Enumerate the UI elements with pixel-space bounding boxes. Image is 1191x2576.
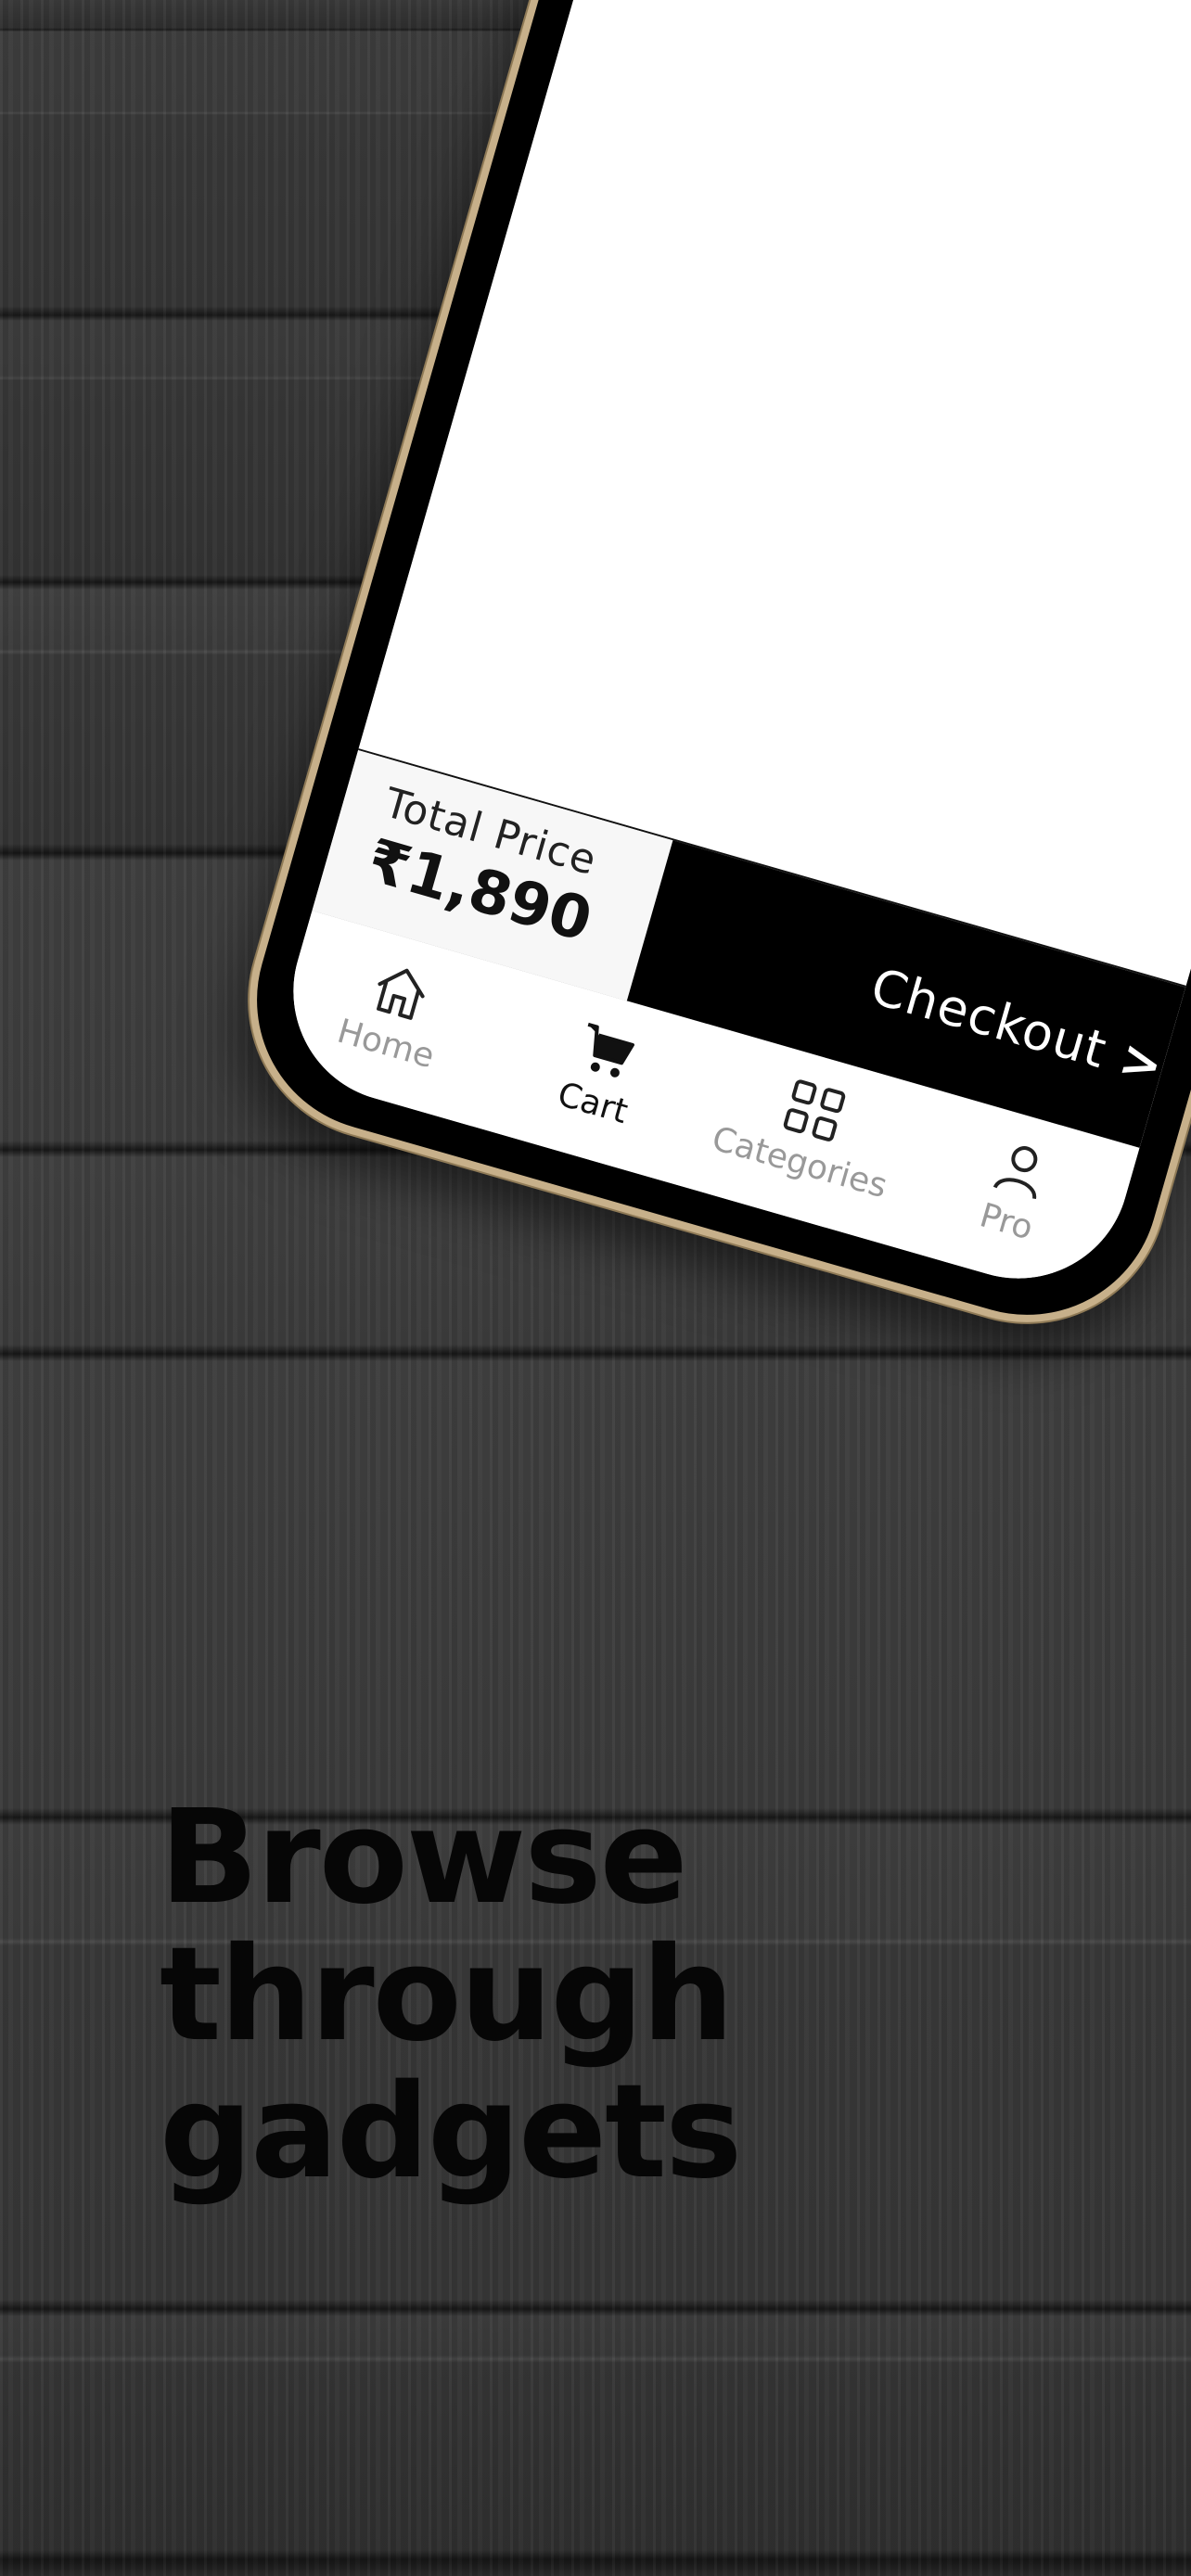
headline-line-1: Browse	[160, 1782, 688, 1933]
nav-item-home[interactable]: Home	[267, 934, 512, 1127]
home-icon	[377, 968, 425, 1020]
nav-label-profile: Pro	[975, 1196, 1038, 1248]
cart-icon	[587, 1022, 634, 1078]
checkout-label: Checkout	[864, 956, 1114, 1079]
nav-item-profile[interactable]: Pro	[888, 1112, 1133, 1305]
categories-icon	[783, 1079, 846, 1141]
headline: Browse through gadgets	[160, 1782, 742, 2208]
profile-icon	[992, 1146, 1038, 1199]
nav-item-categories[interactable]: Categories	[681, 1052, 926, 1245]
headline-line-2: through	[160, 1919, 734, 2071]
chevron-right-icon: >	[1113, 1027, 1172, 1096]
nav-item-cart[interactable]: Cart	[474, 993, 719, 1186]
headline-line-3: gadgets	[160, 2057, 742, 2208]
